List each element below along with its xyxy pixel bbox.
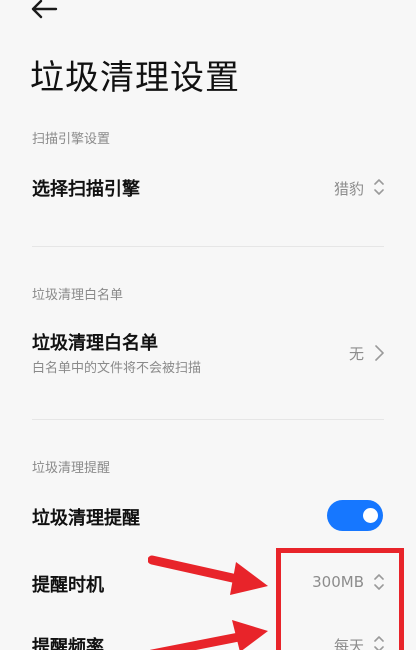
reminder-toggle[interactable] <box>327 500 383 531</box>
chevron-up-down-icon <box>374 179 384 195</box>
chevron-right-icon <box>375 345 384 361</box>
row-title: 提醒时机 <box>32 575 104 596</box>
page-title: 垃圾清理设置 <box>30 58 240 98</box>
annotation-arrow <box>149 620 268 650</box>
section-header-whitelist: 垃圾清理白名单 <box>32 288 124 303</box>
row-title: 选择扫描引擎 <box>32 179 140 200</box>
section-header-reminder: 垃圾清理提醒 <box>32 461 111 476</box>
divider <box>32 419 384 420</box>
row-subtitle: 白名单中的文件将不会被扫描 <box>32 361 202 376</box>
row-value: 猎豹 <box>333 180 364 198</box>
row-title: 提醒频率 <box>32 637 104 650</box>
row-title: 垃圾清理提醒 <box>32 508 140 529</box>
annotation-arrow <box>148 555 268 595</box>
row-select-scan-engine[interactable]: 选择扫描引擎 猎豹 <box>0 165 416 210</box>
row-value: 无 <box>348 345 364 363</box>
section-header-scan-engine: 扫描引擎设置 <box>32 132 111 147</box>
row-title: 垃圾清理白名单 <box>32 333 158 354</box>
annotation-highlight-box <box>276 548 404 650</box>
toggle-knob <box>363 508 378 523</box>
row-whitelist[interactable]: 垃圾清理白名单 白名单中的文件将不会被扫描 无 <box>0 325 416 380</box>
divider <box>32 246 384 247</box>
back-button[interactable] <box>26 0 60 22</box>
arrow-left-icon <box>31 0 58 19</box>
